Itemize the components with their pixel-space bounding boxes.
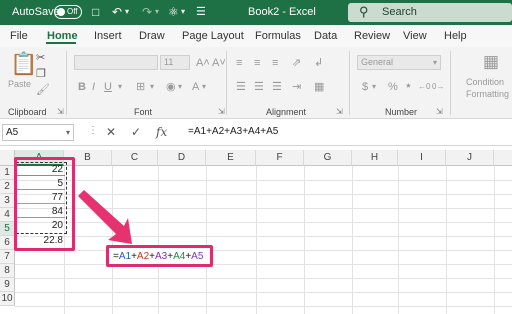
formula-ref-a4: A4: [173, 251, 186, 262]
formula-ref-a1: A1: [118, 251, 132, 262]
formula-ref-a5: A5: [191, 251, 204, 262]
formula-cell-c7[interactable]: =A1+A2+A3+A4+A5: [106, 245, 213, 267]
arrow-shape: [78, 190, 132, 244]
annotation-arrow: [78, 190, 132, 244]
formula-cell-text: =A1+A2+A3+A4+A5: [113, 251, 203, 263]
formula-ref-a2: A2: [136, 251, 150, 262]
formula-ref-a3: A3: [155, 251, 168, 262]
